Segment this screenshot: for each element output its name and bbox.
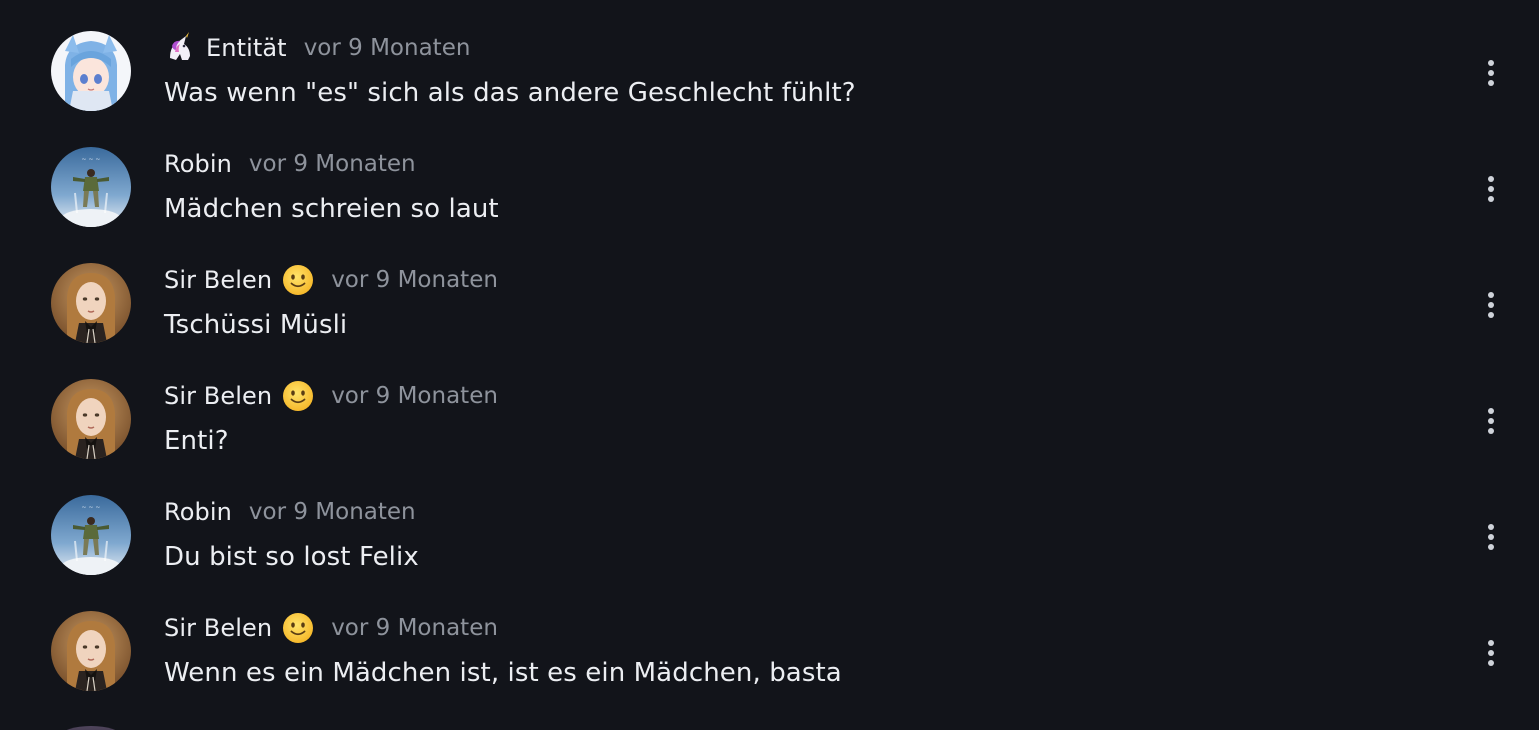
- avatar[interactable]: [51, 263, 131, 343]
- comment-text: Wenn es ein Mädchen ist, ist es ein Mädc…: [164, 658, 842, 688]
- comment-item: Entität vor 9 Monaten Was wenn "es" sich…: [0, 0, 1539, 116]
- avatar[interactable]: [51, 611, 131, 691]
- timestamp[interactable]: vor 9 Monaten: [249, 499, 416, 525]
- comment-header: Sir Belen vor 9 Monaten: [164, 380, 498, 412]
- more-vertical-icon[interactable]: [1474, 404, 1508, 438]
- author-name[interactable]: Sir Belen: [164, 382, 272, 410]
- more-vertical-icon[interactable]: [1474, 520, 1508, 554]
- comment-text: Tschüssi Müsli: [164, 310, 348, 340]
- doll-portrait-avatar: [51, 379, 131, 459]
- comment-item: Sir Belen vor 9 Monaten Enti?: [0, 348, 1539, 464]
- comment-header: Robin vor 9 Monaten: [164, 496, 416, 528]
- comment-header: Entität vor 9 Monaten: [164, 32, 470, 64]
- slightly-smiling-face-icon: [282, 264, 314, 296]
- slightly-smiling-face-icon: [282, 612, 314, 644]
- timestamp[interactable]: vor 9 Monaten: [249, 151, 416, 177]
- anime-girl-avatar: [51, 31, 131, 111]
- author-name[interactable]: Entität: [206, 34, 287, 62]
- movie-poster-avatar: ~ ~ ~: [51, 495, 131, 575]
- comment-text: Du bist so lost Felix: [164, 542, 419, 572]
- more-vertical-icon[interactable]: [1474, 288, 1508, 322]
- doll-portrait-avatar: [51, 263, 131, 343]
- more-vertical-icon[interactable]: [1474, 56, 1508, 90]
- timestamp[interactable]: vor 9 Monaten: [331, 267, 498, 293]
- comment-text: Was wenn "es" sich als das andere Geschl…: [164, 78, 856, 108]
- author-name[interactable]: Sir Belen: [164, 614, 272, 642]
- avatar[interactable]: ~ ~ ~: [51, 495, 131, 575]
- timestamp[interactable]: vor 9 Monaten: [304, 35, 471, 61]
- comment-text: Enti?: [164, 426, 229, 456]
- author-name[interactable]: Robin: [164, 498, 232, 526]
- avatar[interactable]: ~ ~ ~: [51, 147, 131, 227]
- comment-header: Sir Belen vor 9 Monaten: [164, 612, 498, 644]
- more-vertical-icon[interactable]: [1474, 636, 1508, 670]
- comment-item: Sir Belen vor 9 Monaten Wenn es ein Mädc…: [0, 580, 1539, 696]
- comment-header: Sir Belen vor 9 Monaten: [164, 264, 498, 296]
- comment-item: ~ ~ ~ Robin vor 9 Monaten Mädchen schrei…: [0, 116, 1539, 232]
- comment-item: ~ ~ ~ Robin vor 9 Monaten Du bist so los…: [0, 464, 1539, 580]
- movie-poster-avatar: ~ ~ ~: [51, 147, 131, 227]
- avatar[interactable]: [61, 726, 121, 730]
- comment-text: Mädchen schreien so laut: [164, 194, 499, 224]
- author-name[interactable]: Sir Belen: [164, 266, 272, 294]
- slightly-smiling-face-icon: [282, 380, 314, 412]
- more-vertical-icon[interactable]: [1474, 172, 1508, 206]
- comment-header: Robin vor 9 Monaten: [164, 148, 416, 180]
- avatar[interactable]: [51, 379, 131, 459]
- svg-text:~ ~ ~: ~ ~ ~: [82, 156, 101, 163]
- author-name[interactable]: Robin: [164, 150, 232, 178]
- comment-item: Sir Belen vor 9 Monaten Tschüssi Müsli: [0, 232, 1539, 348]
- doll-portrait-avatar: [51, 611, 131, 691]
- timestamp[interactable]: vor 9 Monaten: [331, 615, 498, 641]
- unicorn-emoji-icon: [164, 32, 196, 64]
- svg-text:~ ~ ~: ~ ~ ~: [82, 504, 101, 511]
- timestamp[interactable]: vor 9 Monaten: [331, 383, 498, 409]
- avatar[interactable]: [51, 31, 131, 111]
